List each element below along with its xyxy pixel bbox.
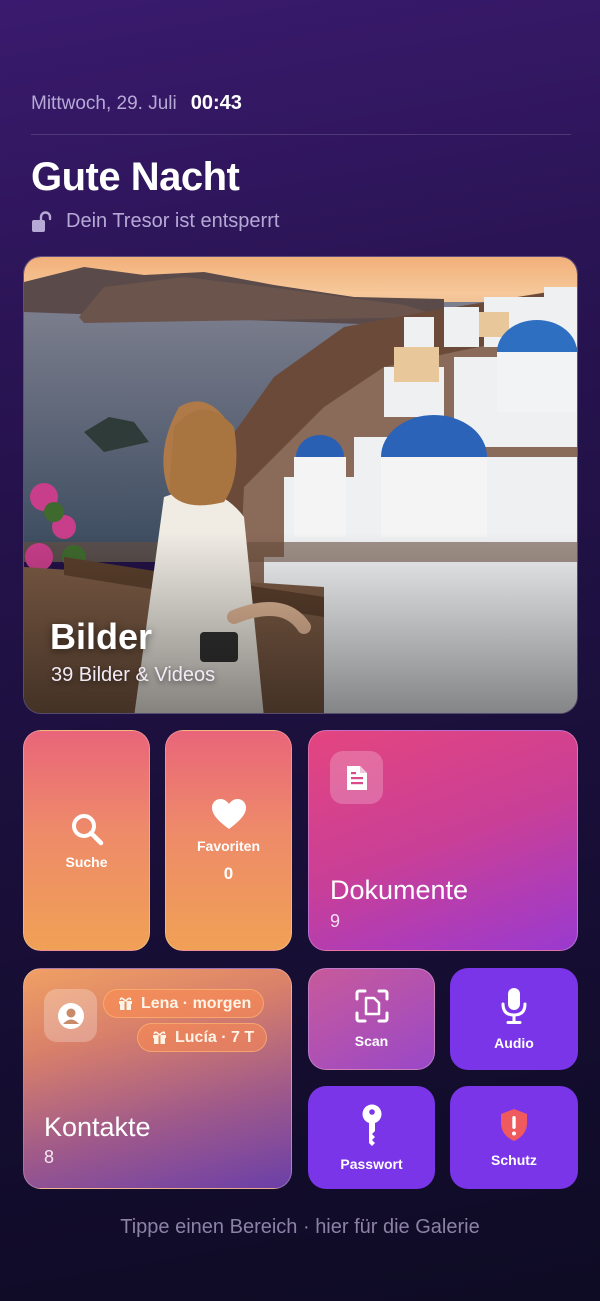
lock-status-row: Dein Tresor ist entsperrt (31, 210, 279, 233)
footer-hint[interactable]: Tippe einen Bereich · hier für die Galer… (0, 1216, 600, 1239)
time-label: 00:43 (190, 92, 242, 114)
birthday-chip-label: Lucía · 7 T (175, 1028, 255, 1046)
contacts-avatar (44, 989, 97, 1042)
document-icon-badge (330, 751, 383, 804)
documents-count: 9 (330, 911, 341, 931)
protection-label: Schutz (491, 1151, 537, 1168)
date-label: Mittwoch, 29. Juli (31, 93, 177, 114)
favorites-count: 0 (223, 863, 234, 883)
photos-title: Bilder (50, 616, 153, 657)
birthday-chip[interactable]: Lucía · 7 T (137, 1023, 268, 1052)
document-icon (346, 765, 367, 790)
unlocked-icon (32, 210, 52, 232)
birthday-chip-label: Lena · morgen (141, 994, 252, 1012)
contacts-count: 8 (44, 1147, 55, 1167)
password-label: Passwort (340, 1155, 403, 1172)
contacts-tile[interactable]: Lena · morgen Lucía · 7 T Kontakte 8 (23, 968, 292, 1189)
person-icon (57, 1002, 84, 1029)
photos-subtitle: 39 Bilder & Videos (51, 664, 216, 686)
lock-status-text: Dein Tresor ist entsperrt (66, 210, 280, 232)
search-icon (71, 813, 103, 845)
favorites-label: Favoriten (196, 837, 260, 854)
heart-icon (211, 798, 246, 829)
date-time-row: Mittwoch, 29. Juli 00:43 (31, 92, 571, 115)
scan-tile[interactable]: Scan (308, 968, 435, 1070)
search-label: Suche (65, 853, 108, 870)
documents-title: Dokumente (330, 875, 469, 905)
header: Mittwoch, 29. Juli 00:43 (31, 92, 571, 115)
gift-icon (153, 1031, 166, 1044)
birthday-chip[interactable]: Lena · morgen (103, 989, 265, 1018)
key-icon (362, 1104, 381, 1146)
header-divider (31, 134, 571, 135)
protection-tile[interactable]: Schutz (450, 1086, 578, 1189)
password-tile[interactable]: Passwort (308, 1086, 435, 1189)
shield-alert-icon (501, 1108, 527, 1141)
search-tile[interactable]: Suche (23, 730, 150, 951)
gift-icon (119, 997, 132, 1010)
audio-label: Audio (494, 1035, 534, 1051)
microphone-icon (501, 988, 527, 1024)
favorites-tile[interactable]: Favoriten 0 (165, 730, 292, 951)
contacts-title: Kontakte (44, 1112, 151, 1142)
documents-tile[interactable]: Dokumente 9 (308, 730, 578, 951)
scan-icon (355, 989, 388, 1023)
scan-label: Scan (354, 1033, 389, 1049)
greeting-title: Gute Nacht (31, 155, 240, 199)
audio-tile[interactable]: Audio (450, 968, 578, 1070)
